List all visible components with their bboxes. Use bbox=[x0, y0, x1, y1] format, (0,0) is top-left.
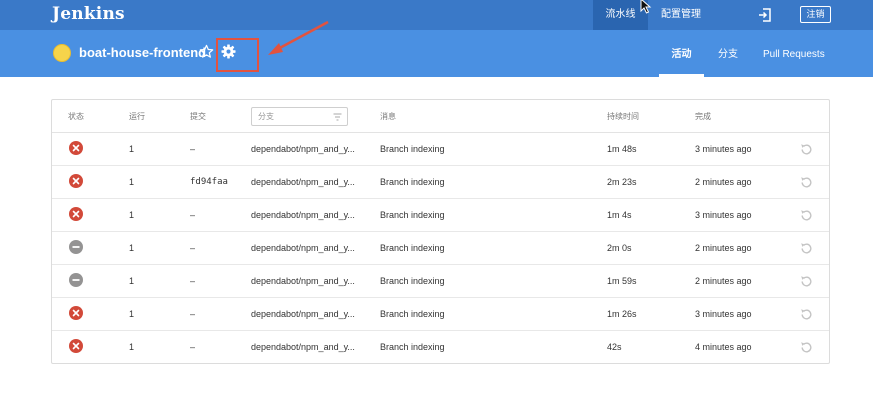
branch-name[interactable]: dependabot/npm_and_y... bbox=[251, 232, 355, 265]
annotation-arrow-icon bbox=[268, 20, 329, 55]
header-completed: 完成 bbox=[695, 112, 711, 121]
mouse-cursor-icon bbox=[640, 0, 652, 14]
logout-button[interactable]: 注销 bbox=[800, 6, 831, 23]
jenkins-logo[interactable]: Jenkins bbox=[52, 4, 125, 24]
run-completed: 4 minutes ago bbox=[695, 342, 752, 352]
header-message: 消息 bbox=[380, 112, 396, 121]
run-message: Branch indexing bbox=[380, 210, 445, 220]
replay-icon[interactable] bbox=[800, 308, 813, 321]
tab-pull-requests[interactable]: Pull Requests bbox=[763, 30, 825, 77]
header-commit: 提交 bbox=[190, 112, 206, 121]
commit-id[interactable]: fd94faa bbox=[190, 166, 228, 199]
job-title: boat-house-frontend bbox=[79, 45, 207, 60]
exit-icon[interactable] bbox=[758, 8, 772, 22]
branch-name[interactable]: dependabot/npm_and_y... bbox=[251, 265, 355, 298]
table-row[interactable]: 1 fd94faa dependabot/npm_and_y... Branch in… bbox=[52, 166, 829, 199]
run-completed: 2 minutes ago bbox=[695, 276, 752, 286]
replay-icon[interactable] bbox=[800, 275, 813, 288]
failed-status-icon bbox=[69, 174, 83, 188]
commit-id: – bbox=[190, 342, 196, 352]
run-number[interactable]: 1 bbox=[129, 166, 134, 199]
failed-status-icon bbox=[69, 339, 83, 353]
run-number[interactable]: 1 bbox=[129, 298, 134, 331]
replay-icon[interactable] bbox=[800, 341, 813, 354]
run-message: Branch indexing bbox=[380, 342, 445, 352]
branch-name[interactable]: dependabot/npm_and_y... bbox=[251, 199, 355, 232]
branch-filter-placeholder: 分支 bbox=[258, 112, 274, 121]
run-number[interactable]: 1 bbox=[129, 133, 134, 166]
table-row[interactable]: 1 – dependabot/npm_and_y... Branch indexing… bbox=[52, 331, 829, 364]
job-header: boat-house-frontend 活动 分支 Pull Requests bbox=[0, 20, 873, 77]
aborted-status-icon bbox=[69, 240, 83, 254]
run-number[interactable]: 1 bbox=[129, 265, 134, 298]
run-number[interactable]: 1 bbox=[129, 232, 134, 265]
branch-filter-input[interactable]: 分支 bbox=[251, 107, 348, 126]
failed-status-icon bbox=[69, 306, 83, 320]
header-duration: 持续时间 bbox=[607, 112, 639, 121]
annotation-highlight-box bbox=[216, 38, 259, 72]
header-status: 状态 bbox=[68, 112, 84, 121]
table-row[interactable]: 1 – dependabot/npm_and_y... Branch indexing… bbox=[52, 265, 829, 298]
failed-status-icon bbox=[69, 207, 83, 221]
run-duration: 1m 59s bbox=[607, 276, 637, 286]
run-number[interactable]: 1 bbox=[129, 331, 134, 364]
failed-status-icon bbox=[69, 141, 83, 155]
replay-icon[interactable] bbox=[800, 242, 813, 255]
table-row[interactable]: 1 – dependabot/npm_and_y... Branch indexing… bbox=[52, 232, 829, 265]
branch-name[interactable]: dependabot/npm_and_y... bbox=[251, 166, 355, 199]
run-message: Branch indexing bbox=[380, 276, 445, 286]
run-completed: 3 minutes ago bbox=[695, 144, 752, 154]
replay-icon[interactable] bbox=[800, 143, 813, 156]
run-duration: 1m 4s bbox=[607, 210, 632, 220]
activity-table: 状态 运行 提交 分支 消息 持续时间 完成 1 – dependabot/npm_… bbox=[51, 99, 830, 364]
commit-id: – bbox=[190, 276, 196, 286]
table-header: 状态 运行 提交 分支 消息 持续时间 完成 bbox=[52, 100, 829, 133]
run-duration: 1m 48s bbox=[607, 144, 637, 154]
run-message: Branch indexing bbox=[380, 144, 445, 154]
tab-activity[interactable]: 活动 bbox=[659, 30, 704, 77]
commit-id: – bbox=[190, 144, 196, 154]
run-message: Branch indexing bbox=[380, 309, 445, 319]
table-row[interactable]: 1 – dependabot/npm_and_y... Branch indexing… bbox=[52, 133, 829, 166]
replay-icon[interactable] bbox=[800, 176, 813, 189]
run-duration: 42s bbox=[607, 342, 622, 352]
sunny-weather-icon bbox=[53, 44, 71, 62]
run-duration: 2m 23s bbox=[607, 177, 637, 187]
commit-id: – bbox=[190, 243, 196, 253]
tab-branches[interactable]: 分支 bbox=[718, 30, 738, 77]
run-message: Branch indexing bbox=[380, 243, 445, 253]
branch-name[interactable]: dependabot/npm_and_y... bbox=[251, 133, 355, 166]
aborted-status-icon bbox=[69, 273, 83, 287]
nav-manage[interactable]: 配置管理 bbox=[661, 0, 701, 30]
top-navigation-bar: Jenkins 流水线 配置管理 注销 bbox=[0, 0, 873, 30]
run-completed: 2 minutes ago bbox=[695, 243, 752, 253]
run-completed: 3 minutes ago bbox=[695, 309, 752, 319]
run-completed: 3 minutes ago bbox=[695, 210, 752, 220]
branch-name[interactable]: dependabot/npm_and_y... bbox=[251, 331, 355, 364]
filter-icon bbox=[333, 113, 342, 121]
commit-id: – bbox=[190, 210, 196, 220]
header-run: 运行 bbox=[129, 112, 145, 121]
run-duration: 2m 0s bbox=[607, 243, 632, 253]
replay-icon[interactable] bbox=[800, 209, 813, 222]
star-icon[interactable] bbox=[199, 44, 214, 59]
run-duration: 1m 26s bbox=[607, 309, 637, 319]
branch-name[interactable]: dependabot/npm_and_y... bbox=[251, 298, 355, 331]
commit-id: – bbox=[190, 309, 196, 319]
table-row[interactable]: 1 – dependabot/npm_and_y... Branch indexing… bbox=[52, 199, 829, 232]
table-row[interactable]: 1 – dependabot/npm_and_y... Branch indexing… bbox=[52, 298, 829, 331]
run-number[interactable]: 1 bbox=[129, 199, 134, 232]
run-completed: 2 minutes ago bbox=[695, 177, 752, 187]
run-message: Branch indexing bbox=[380, 177, 445, 187]
